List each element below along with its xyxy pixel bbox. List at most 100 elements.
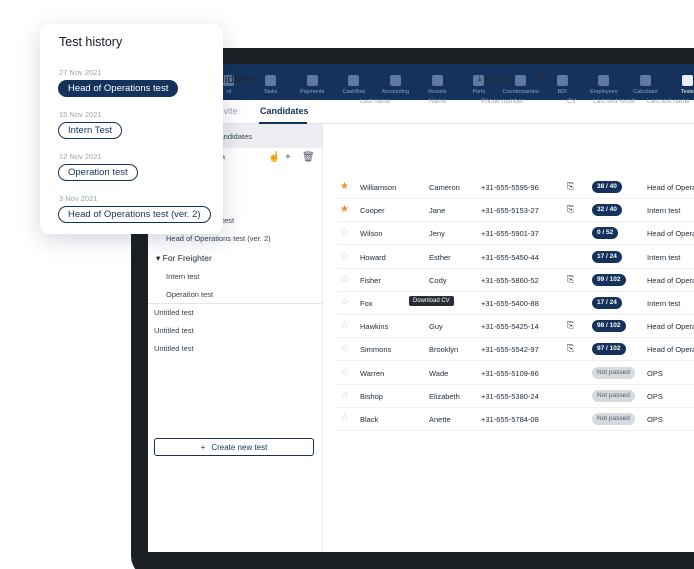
- table-row[interactable]: ☆ Warren Wade +31-655-5109-86 Not passed OPS: [337, 362, 694, 385]
- result-badge: 0 / 52: [592, 227, 619, 240]
- cell-test-name: Head of Opera: [647, 275, 694, 285]
- paperclip-icon[interactable]: ⎘: [567, 204, 574, 215]
- bdi-icon: [556, 75, 568, 86]
- table-row[interactable]: ☆FoxRobert+31-655-5400-8817 / 24Intern t…: [337, 292, 694, 315]
- sidebar-untitled-item[interactable]: Untitled test: [148, 322, 322, 340]
- export-button[interactable]: ⤓ Export: [478, 74, 509, 84]
- cell-last-name: Hawkins: [360, 322, 389, 332]
- table-row[interactable]: ☆ Black Anette +31-655-5784-08 Not passed OPS: [337, 408, 694, 431]
- nav-bdi[interactable]: BDI: [541, 64, 583, 100]
- star-icon[interactable]: ☆: [340, 413, 349, 424]
- star-icon[interactable]: ☆: [340, 390, 349, 401]
- cell-last-name: Black: [360, 415, 379, 424]
- cell-last-name: Williamson: [360, 183, 397, 192]
- star-icon[interactable]: ☆: [340, 274, 349, 285]
- plus-icon: +: [200, 442, 206, 452]
- paperclip-icon[interactable]: ⎘: [567, 320, 574, 331]
- cell-phone: +31-655-5425-14: [481, 322, 539, 332]
- cell-test-name: Head of Opera: [647, 229, 694, 239]
- sidebar-untitled-item[interactable]: Untitled test: [148, 340, 322, 358]
- star-icon[interactable]: ☆: [340, 343, 349, 354]
- star-icon[interactable]: ☆: [340, 367, 349, 378]
- cell-test-name: OPS: [647, 391, 663, 401]
- cell-last-name: Cooper: [360, 206, 385, 216]
- cell-last-name: Wilson: [360, 229, 383, 239]
- star-icon[interactable]: ☆: [340, 320, 349, 331]
- table-row[interactable]: ★ Cooper Jane +31-655-5153-27 ⎘ 32 / 40 Intern…: [337, 199, 694, 223]
- table-row[interactable]: ☆ Bishop Elizabeth +31-655-5380-24 Not passe…: [337, 385, 694, 408]
- cell-last-name: Fox: [360, 299, 373, 308]
- history-test-pill[interactable]: Operation test: [58, 164, 138, 181]
- cell-phone: +31-655-5400-88: [481, 299, 539, 308]
- chevron-down-icon: ▾: [156, 253, 161, 263]
- star-icon[interactable]: ☆: [340, 251, 349, 262]
- star-icon[interactable]: ☆: [340, 297, 349, 308]
- sidebar-untitled-item[interactable]: Untitled test: [148, 304, 322, 322]
- nav-accounting[interactable]: Accounting: [375, 64, 417, 100]
- result-badge: Not passed: [592, 389, 635, 402]
- nav-cashflow[interactable]: Cashflow: [333, 64, 375, 100]
- cell-phone: +31-655-5450-44: [481, 252, 539, 262]
- nav-payments[interactable]: Payments: [291, 64, 333, 100]
- sidebar-group-for-freighter[interactable]: ▾ For Freighter: [148, 248, 322, 268]
- paperclip-icon[interactable]: ⎘: [567, 274, 574, 285]
- cell-phone: +31-655-5542-97: [481, 345, 539, 355]
- cell-phone: +31-655-5901-37: [481, 229, 539, 239]
- tests-icon: [681, 75, 693, 86]
- result-badge: 17 / 24: [592, 297, 622, 309]
- payments-icon: [306, 75, 318, 86]
- test-history-title: Test history: [59, 35, 123, 49]
- history-test-pill[interactable]: Intern Test: [58, 122, 123, 139]
- star-icon[interactable]: ★: [340, 181, 349, 192]
- result-badge: 17 / 24: [592, 250, 622, 263]
- nav-tests[interactable]: Tests: [666, 64, 694, 100]
- history-date: 15 Nov 2021: [59, 110, 102, 119]
- table-row[interactable]: ☆ Wilson Jeny +31-655-5901-37 0 / 52 Head of …: [337, 222, 694, 246]
- cell-last-name: Howard: [360, 252, 386, 262]
- nav-calculator[interactable]: Calculator: [625, 64, 667, 100]
- paperclip-icon[interactable]: ⎘: [567, 181, 574, 192]
- table-row[interactable]: ★ Williamson Cameron +31-655-5595-96 ⎘ 38 / 4…: [337, 176, 694, 199]
- result-badge: 98 / 102: [592, 320, 626, 333]
- table-row[interactable]: ☆ Howard Esther +31-655-5450-44 17 / 24 Inter…: [337, 246, 694, 269]
- cell-test-name: Head of Opera: [647, 322, 694, 332]
- counterparties-icon: [515, 75, 527, 86]
- history-test-pill[interactable]: Head of Operations test: [58, 80, 179, 97]
- tab-candidates[interactable]: Candidates: [260, 106, 309, 116]
- cell-last-name: Simmons: [360, 345, 392, 355]
- star-icon[interactable]: ☆: [340, 227, 349, 238]
- cell-phone: +31-655-5860-52: [481, 275, 539, 285]
- star-icon[interactable]: ★: [340, 204, 349, 215]
- create-new-test-button[interactable]: + Create new test: [154, 438, 314, 456]
- cell-name: Anette: [429, 415, 451, 424]
- cell-phone: +31-655-5595-96: [481, 183, 539, 192]
- column-header-last-result[interactable]: Last test result: [593, 98, 635, 105]
- column-header-cv[interactable]: CV: [567, 98, 576, 105]
- trash-icon[interactable]: 🗑: [302, 152, 315, 163]
- column-header-name[interactable]: Name: [429, 98, 446, 105]
- table-row[interactable]: ☆ Fisher Cody +31-655-5860-52 ⎘ 99 / 102 Head …: [337, 269, 694, 292]
- paperclip-icon[interactable]: ⎘: [567, 343, 574, 354]
- history-date: 12 Nov 2021: [59, 152, 102, 161]
- sidebar-test-item[interactable]: Operation test: [148, 286, 322, 304]
- sidebar-test-item[interactable]: Intern test: [148, 268, 322, 286]
- nav-employees[interactable]: Employees: [583, 64, 625, 100]
- cell-test-name: OPS: [647, 415, 663, 424]
- column-header-last-test[interactable]: Last test name: [647, 98, 690, 105]
- cashflow-icon: [348, 75, 360, 86]
- table-row[interactable]: ☆ Simmons Brooklyn +31-655-5542-97 ⎘ 97 / 102…: [337, 338, 694, 362]
- add-icon[interactable]: +: [285, 152, 291, 163]
- history-date: 27 Nov 2021: [59, 68, 102, 77]
- column-header-last-name[interactable]: Last name: [360, 98, 390, 105]
- column-header-phone[interactable]: Phone number: [481, 98, 524, 105]
- cell-last-name: Warren: [360, 368, 385, 378]
- create-button-label: Create new test: [211, 442, 268, 452]
- result-badge: 97 / 102: [592, 343, 626, 356]
- drag-hand-icon[interactable]: ☝: [268, 152, 280, 163]
- table-row[interactable]: ☆ Hawkins Guy +31-655-5425-14 ⎘ 98 / 102 Head …: [337, 315, 694, 339]
- history-date: 3 Nov 2021: [59, 194, 98, 203]
- filter-icon[interactable]: ☰: [537, 74, 546, 85]
- history-test-pill[interactable]: Head of Operations test (ver. 2): [58, 206, 211, 223]
- nav-vessels[interactable]: Vessels: [416, 64, 458, 100]
- cell-name: Wade: [429, 368, 449, 378]
